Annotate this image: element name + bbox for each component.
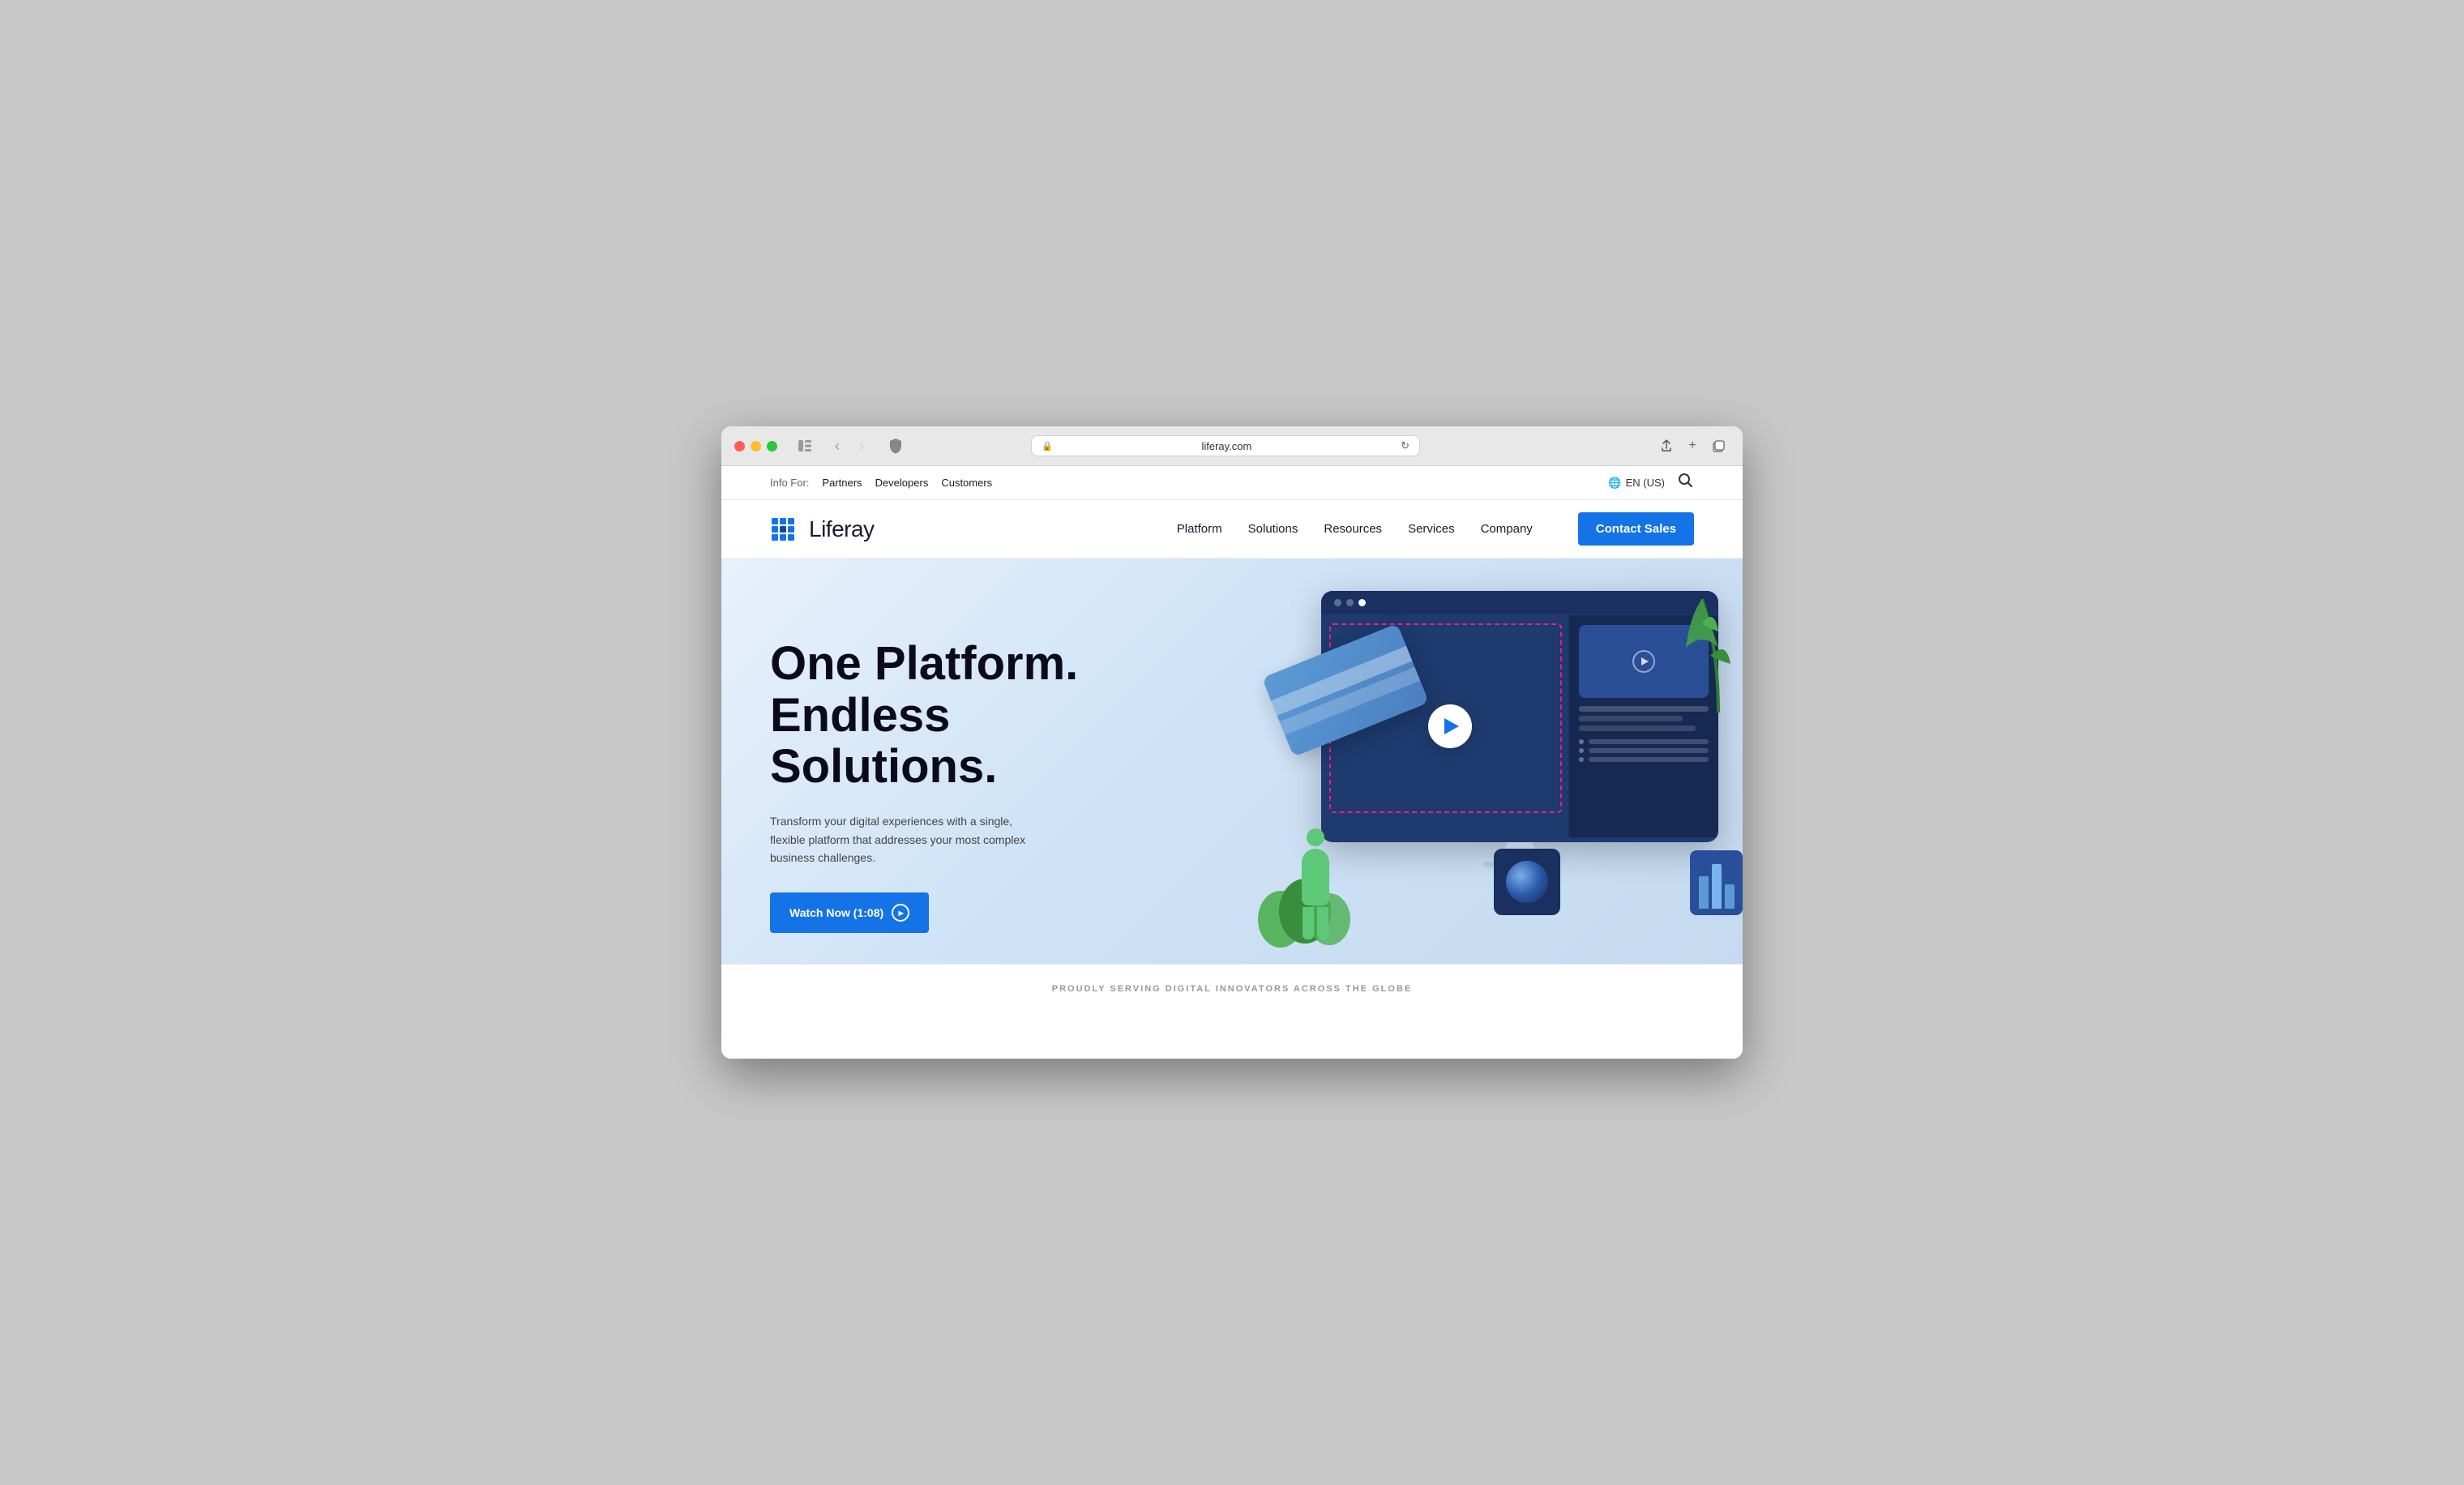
sidebar-toggle-button[interactable] — [794, 437, 816, 455]
search-button[interactable] — [1678, 473, 1694, 493]
proudly-text: PROUDLY SERVING DIGITAL INNOVATORS ACROS… — [770, 984, 1694, 994]
browser-titlebar: ‹ › 🔒 liferay.com ↻ — [721, 426, 1743, 465]
hero-section: One Platform. Endless Solutions. Transfo… — [721, 558, 1743, 964]
logo-text: Liferay — [809, 516, 875, 542]
play-button-overlay[interactable] — [1428, 704, 1472, 748]
video-play-icon — [1632, 650, 1655, 673]
customers-link[interactable]: Customers — [941, 477, 992, 489]
nav-platform[interactable]: Platform — [1177, 522, 1222, 536]
bottom-bar: PROUDLY SERVING DIGITAL INNOVATORS ACROS… — [721, 964, 1743, 1013]
hero-illustration — [1208, 575, 1743, 964]
browser-nav-buttons: ‹ › — [826, 437, 873, 455]
dot-list — [1579, 739, 1709, 762]
globe-icon: 🌐 — [1608, 477, 1621, 490]
plant-right — [1686, 583, 1743, 717]
nav-company[interactable]: Company — [1481, 522, 1533, 536]
partners-link[interactable]: Partners — [822, 477, 862, 489]
main-navigation: Liferay Platform Solutions Resources Ser… — [721, 500, 1743, 558]
browser-window: ‹ › 🔒 liferay.com ↻ — [721, 426, 1743, 1059]
hero-subtitle: Transform your digital experiences with … — [770, 812, 1029, 867]
person-figure — [1302, 828, 1329, 939]
close-button[interactable] — [734, 441, 745, 451]
watch-btn-label: Watch Now (1:08) — [789, 906, 883, 919]
analytics-widget — [1690, 850, 1743, 915]
lock-icon: 🔒 — [1042, 441, 1053, 451]
info-bar: Info For: Partners Developers Customers … — [721, 466, 1743, 500]
screen-titlebar — [1321, 591, 1718, 615]
language-button[interactable]: 🌐 EN (US) — [1608, 477, 1665, 490]
nav-resources[interactable]: Resources — [1324, 522, 1382, 536]
logo-link[interactable]: Liferay — [770, 516, 875, 542]
developers-link[interactable]: Developers — [875, 477, 929, 489]
contact-sales-button[interactable]: Contact Sales — [1578, 512, 1694, 546]
minimize-button[interactable] — [751, 441, 761, 451]
sphere-widget — [1494, 849, 1560, 915]
nav-links: Platform Solutions Resources Services Co… — [1177, 512, 1694, 546]
info-bar-right: 🌐 EN (US) — [1608, 473, 1694, 493]
hero-content: One Platform. Endless Solutions. Transfo… — [770, 638, 1127, 934]
hero-title: One Platform. Endless Solutions. — [770, 638, 1127, 793]
nav-solutions[interactable]: Solutions — [1248, 522, 1298, 536]
watch-now-button[interactable]: Watch Now (1:08) ▶ — [770, 892, 929, 933]
logo-icon — [770, 516, 796, 542]
info-label: Info For: — [770, 477, 809, 489]
play-icon: ▶ — [892, 904, 909, 922]
forward-button[interactable]: › — [850, 437, 873, 455]
browser-actions: + — [1655, 437, 1730, 455]
refresh-button[interactable]: ↻ — [1401, 439, 1410, 452]
windows-button[interactable] — [1707, 437, 1730, 455]
info-bar-left: Info For: Partners Developers Customers — [770, 477, 992, 489]
shield-icon — [883, 434, 909, 457]
maximize-button[interactable] — [767, 441, 777, 451]
website-content: Info For: Partners Developers Customers … — [721, 466, 1743, 1059]
url-text: liferay.com — [1059, 440, 1394, 452]
language-label: EN (US) — [1626, 477, 1665, 489]
new-tab-button[interactable]: + — [1681, 437, 1704, 455]
traffic-lights — [734, 441, 777, 451]
address-bar[interactable]: 🔒 liferay.com ↻ — [1031, 435, 1420, 456]
back-button[interactable]: ‹ — [826, 437, 849, 455]
browser-chrome: ‹ › 🔒 liferay.com ↻ — [721, 426, 1743, 466]
share-button[interactable] — [1655, 437, 1678, 455]
nav-services[interactable]: Services — [1408, 522, 1455, 536]
